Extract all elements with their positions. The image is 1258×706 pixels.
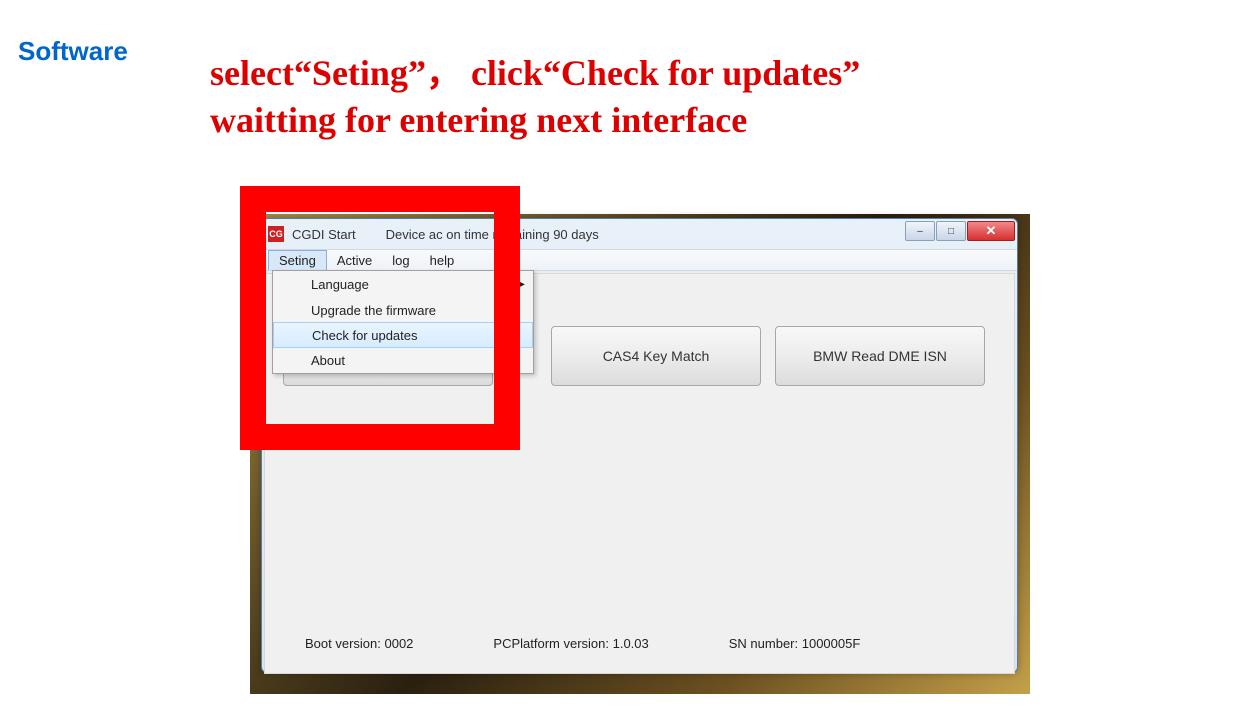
sn-number: SN number: 1000005F: [729, 636, 861, 651]
footer-info: Boot version: 0002 PCPlatform version: 1…: [305, 636, 994, 651]
boot-version: Boot version: 0002: [305, 636, 413, 651]
instruction-line-2: waitting for entering next interface: [210, 97, 860, 144]
menu-item-upgrade-firmware[interactable]: Upgrade the firmware: [273, 297, 533, 323]
window-title: CGDI Start: [292, 227, 356, 242]
menu-item-label: Check for updates: [312, 328, 418, 343]
menu-help[interactable]: help: [420, 250, 465, 270]
seting-dropdown: Language ▶ Upgrade the firmware Check fo…: [272, 270, 534, 374]
submenu-arrow-icon: ▶: [517, 279, 525, 290]
instruction-text: select“Seting”， click“Check for updates”…: [210, 50, 860, 144]
instruction-line-1: select“Seting”， click“Check for updates”: [210, 50, 860, 97]
menu-item-label: Language: [311, 277, 369, 292]
titlebar[interactable]: CG CGDI Start Device ac on time remainin…: [262, 219, 1017, 249]
platform-version: PCPlatform version: 1.0.03: [493, 636, 648, 651]
menu-item-label: Upgrade the firmware: [311, 303, 436, 318]
menu-log[interactable]: log: [382, 250, 419, 270]
window-status: Device ac on time remaining 90 days: [386, 227, 599, 242]
menu-seting[interactable]: Seting: [268, 250, 327, 270]
maximize-button[interactable]: □: [936, 221, 966, 241]
software-heading: Software: [18, 36, 128, 67]
app-icon: CG: [268, 226, 284, 242]
menu-active[interactable]: Active: [327, 250, 382, 270]
menubar: Seting Active log help: [262, 249, 1017, 271]
menu-item-label: About: [311, 353, 345, 368]
bmw-read-dme-isn-button[interactable]: BMW Read DME ISN: [775, 326, 985, 386]
minimize-button[interactable]: –: [905, 221, 935, 241]
window-controls: – □ ✕: [904, 221, 1015, 241]
close-button[interactable]: ✕: [967, 221, 1015, 241]
cas4-key-match-button[interactable]: CAS4 Key Match: [551, 326, 761, 386]
menu-item-language[interactable]: Language ▶: [273, 271, 533, 297]
menu-item-about[interactable]: About: [273, 347, 533, 373]
menu-item-check-updates[interactable]: Check for updates: [273, 322, 533, 348]
